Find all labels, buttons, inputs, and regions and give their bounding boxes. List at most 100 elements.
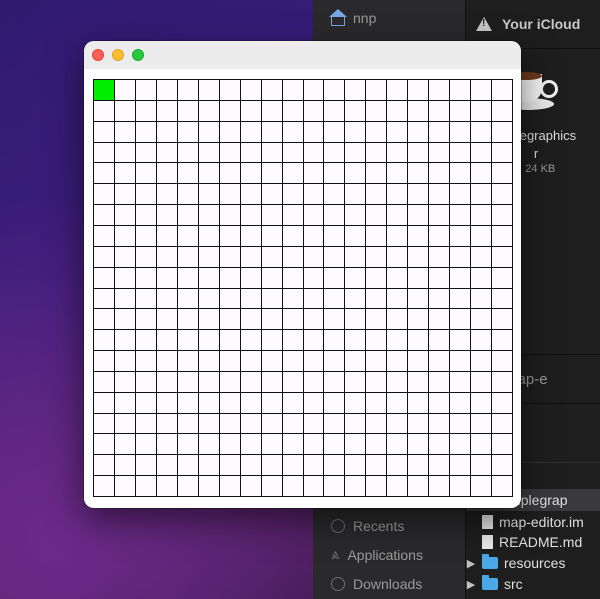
grid-cell[interactable] bbox=[282, 455, 304, 477]
grid-cell[interactable] bbox=[450, 121, 472, 143]
grid-cell[interactable] bbox=[261, 80, 283, 101]
grid-cell[interactable] bbox=[94, 288, 115, 310]
grid-cell[interactable] bbox=[219, 246, 241, 268]
grid-cell[interactable] bbox=[429, 267, 451, 289]
grid-cell[interactable] bbox=[324, 330, 346, 352]
grid-cell[interactable] bbox=[471, 267, 493, 289]
grid-cell[interactable] bbox=[198, 288, 220, 310]
app-canvas[interactable] bbox=[84, 69, 521, 508]
grid-cell[interactable] bbox=[387, 455, 409, 477]
grid-cell[interactable] bbox=[345, 476, 367, 497]
grid-cell[interactable] bbox=[219, 371, 241, 393]
grid-cell[interactable] bbox=[492, 309, 513, 331]
grid-cell[interactable] bbox=[114, 225, 136, 247]
grid-cell[interactable] bbox=[324, 309, 346, 331]
grid-cell[interactable] bbox=[303, 330, 325, 352]
grid-cell[interactable] bbox=[156, 246, 178, 268]
grid-cell[interactable] bbox=[429, 205, 451, 226]
grid-cell[interactable] bbox=[450, 205, 472, 226]
chevron-right-icon[interactable]: ▶ bbox=[466, 557, 476, 570]
grid-cell[interactable] bbox=[135, 288, 157, 310]
grid-cell[interactable] bbox=[94, 205, 115, 226]
grid-cell[interactable] bbox=[282, 267, 304, 289]
grid-cell[interactable] bbox=[303, 246, 325, 268]
grid-cell[interactable] bbox=[408, 455, 430, 477]
grid-cell[interactable] bbox=[177, 413, 199, 435]
grid-cell[interactable] bbox=[345, 455, 367, 477]
grid-cell[interactable] bbox=[114, 455, 136, 477]
grid-cell[interactable] bbox=[324, 392, 346, 414]
grid-cell[interactable] bbox=[408, 80, 430, 101]
grid-cell[interactable] bbox=[492, 288, 513, 310]
grid-cell[interactable] bbox=[177, 434, 199, 456]
grid-cell[interactable] bbox=[345, 142, 367, 164]
grid-cell[interactable] bbox=[219, 476, 241, 497]
grid-cell[interactable] bbox=[429, 476, 451, 497]
grid-cell[interactable] bbox=[156, 142, 178, 164]
sidebar-item-applications[interactable]: ⩓ Applications bbox=[331, 547, 423, 563]
window-titlebar[interactable] bbox=[84, 41, 521, 70]
grid-cell[interactable] bbox=[177, 371, 199, 393]
grid-cell[interactable] bbox=[345, 225, 367, 247]
grid-cell[interactable] bbox=[429, 184, 451, 206]
grid-cell[interactable] bbox=[94, 392, 115, 414]
grid-cell[interactable] bbox=[177, 184, 199, 206]
grid-cell[interactable] bbox=[345, 288, 367, 310]
grid-cell[interactable] bbox=[261, 225, 283, 247]
grid-cell[interactable] bbox=[408, 371, 430, 393]
grid-cell[interactable] bbox=[429, 163, 451, 185]
grid-cell[interactable] bbox=[324, 351, 346, 372]
grid-cell[interactable] bbox=[240, 142, 262, 164]
grid-cell[interactable] bbox=[471, 309, 493, 331]
grid-cell[interactable] bbox=[492, 434, 513, 456]
grid-cell[interactable] bbox=[219, 413, 241, 435]
grid-cell[interactable] bbox=[366, 309, 388, 331]
grid-cell[interactable] bbox=[261, 392, 283, 414]
grid-cell[interactable] bbox=[366, 100, 388, 122]
grid-cell[interactable] bbox=[219, 163, 241, 185]
grid-cell[interactable] bbox=[240, 434, 262, 456]
sidebar-item-downloads[interactable]: Downloads bbox=[331, 576, 422, 592]
grid-cell[interactable] bbox=[387, 205, 409, 226]
grid-cell[interactable] bbox=[198, 267, 220, 289]
grid-cell[interactable] bbox=[366, 371, 388, 393]
grid-cell[interactable] bbox=[135, 392, 157, 414]
grid-cell[interactable] bbox=[387, 163, 409, 185]
grid-cell[interactable] bbox=[429, 225, 451, 247]
grid-cell[interactable] bbox=[492, 80, 513, 101]
grid-cell[interactable] bbox=[408, 184, 430, 206]
grid-cell[interactable] bbox=[261, 267, 283, 289]
grid-cell[interactable] bbox=[387, 80, 409, 101]
grid-cell[interactable] bbox=[471, 413, 493, 435]
grid-cell[interactable] bbox=[429, 246, 451, 268]
grid-cell[interactable] bbox=[366, 288, 388, 310]
grid-cell[interactable] bbox=[303, 184, 325, 206]
grid-cell[interactable] bbox=[303, 80, 325, 101]
grid-cell[interactable] bbox=[198, 225, 220, 247]
grid-cell[interactable] bbox=[429, 434, 451, 456]
grid-cell[interactable] bbox=[387, 288, 409, 310]
grid-cell[interactable] bbox=[303, 476, 325, 497]
grid-cell[interactable] bbox=[240, 309, 262, 331]
grid-cell[interactable] bbox=[408, 121, 430, 143]
grid-cell[interactable] bbox=[219, 267, 241, 289]
grid-cell[interactable] bbox=[177, 351, 199, 372]
grid-cell[interactable] bbox=[408, 413, 430, 435]
grid-cell[interactable] bbox=[156, 434, 178, 456]
grid-cell[interactable] bbox=[387, 142, 409, 164]
grid-cell[interactable] bbox=[471, 121, 493, 143]
grid-cell[interactable] bbox=[135, 371, 157, 393]
grid-cell[interactable] bbox=[177, 100, 199, 122]
grid-cell[interactable] bbox=[282, 100, 304, 122]
grid-cell[interactable] bbox=[198, 184, 220, 206]
grid-cell[interactable] bbox=[198, 476, 220, 497]
grid-cell[interactable] bbox=[261, 455, 283, 477]
grid-cell[interactable] bbox=[156, 288, 178, 310]
grid-cell[interactable] bbox=[408, 392, 430, 414]
grid-cell[interactable] bbox=[261, 309, 283, 331]
grid-cell[interactable] bbox=[408, 163, 430, 185]
grid-cell[interactable] bbox=[429, 371, 451, 393]
grid-cell[interactable] bbox=[219, 434, 241, 456]
grid-cell[interactable] bbox=[219, 288, 241, 310]
list-item[interactable]: map-editor.im bbox=[466, 511, 600, 533]
